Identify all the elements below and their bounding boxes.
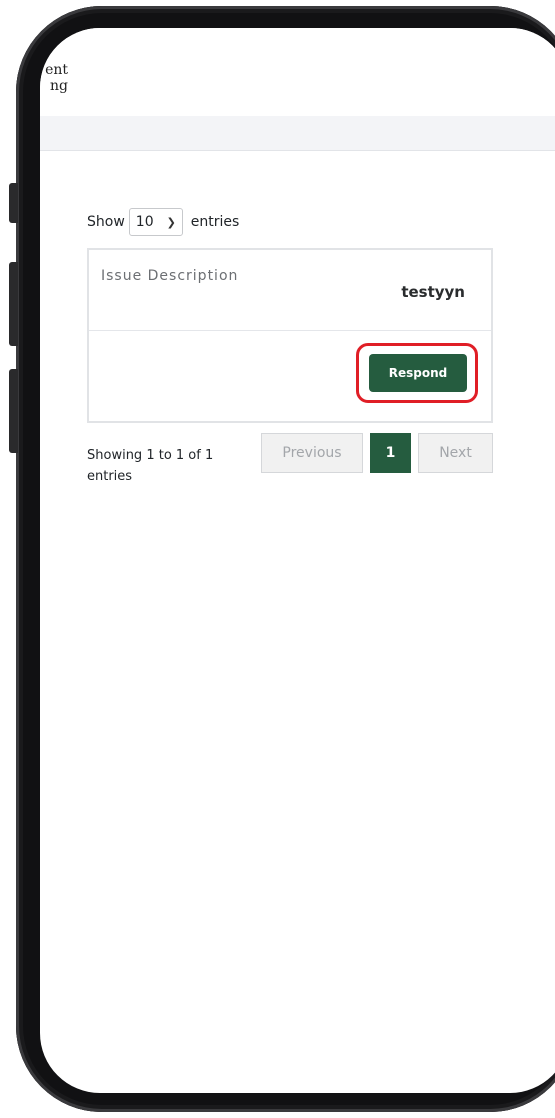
brand-line-2: ng xyxy=(50,78,68,94)
respond-button[interactable]: Respond xyxy=(369,354,467,392)
app-header: ent ng xyxy=(40,28,555,116)
next-page-button[interactable]: Next xyxy=(418,433,493,473)
entries-per-page-select[interactable]: 10 ❯ xyxy=(128,208,183,236)
volume-up-button xyxy=(9,262,18,346)
brand-logo-text[interactable]: ent ng xyxy=(40,62,68,94)
length-suffix-label: entries xyxy=(190,214,240,230)
silent-switch xyxy=(9,183,18,223)
issue-description-row: Issue Description testyyn xyxy=(89,250,491,331)
brand-line-1: ent xyxy=(45,62,68,78)
table-footer: Showing 1 to 1 of 1 entries Previous 1 N… xyxy=(87,433,493,493)
page-1-button[interactable]: 1 xyxy=(370,433,411,473)
sub-navigation-bar xyxy=(40,116,555,151)
issue-card: Issue Description testyyn Respond xyxy=(87,248,493,423)
entries-length-control: Show 10 ❯ entries xyxy=(87,208,507,236)
volume-down-button xyxy=(9,369,18,453)
length-prefix-label: Show xyxy=(87,214,125,230)
table-info-text: Showing 1 to 1 of 1 entries xyxy=(87,448,214,484)
phone-screen: ent ng Show 10 ❯ entries Issue Descripti… xyxy=(40,28,555,1093)
issues-table-wrapper: Show 10 ❯ entries Issue Description test… xyxy=(87,208,507,493)
issue-description-label: Issue Description xyxy=(101,268,239,284)
chevron-down-icon: ❯ xyxy=(166,215,176,229)
issue-action-row: Respond xyxy=(89,331,491,421)
pagination: Previous 1 Next xyxy=(261,433,493,473)
issue-description-value: testyyn xyxy=(401,283,465,301)
previous-page-button[interactable]: Previous xyxy=(261,433,363,473)
entries-per-page-value: 10 xyxy=(135,214,154,230)
